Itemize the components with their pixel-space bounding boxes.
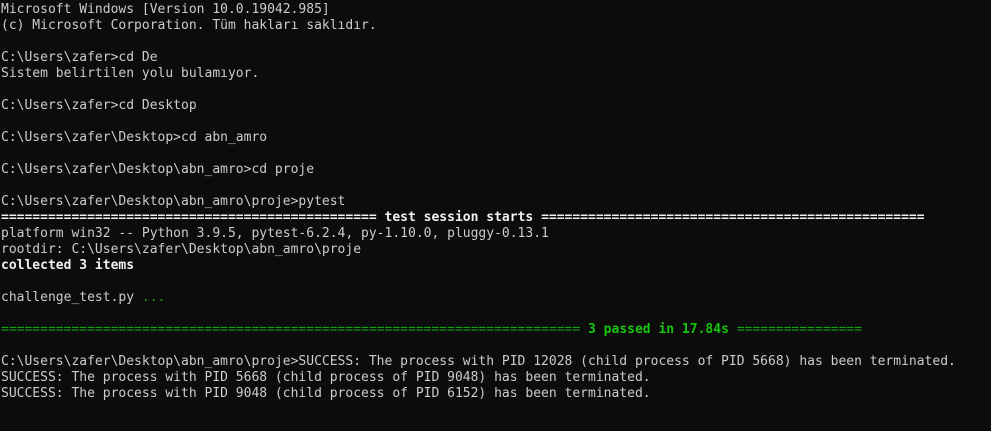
summary-rule-right: ================ xyxy=(736,322,862,337)
command-line: C:\Users\zafer\Desktop>cd abn_amro xyxy=(1,130,268,145)
summary-rule-left: ========================================… xyxy=(1,322,581,337)
command-line: C:\Users\zafer\Desktop\abn_amro\proje>py… xyxy=(1,194,346,209)
version-banner: Microsoft Windows [Version 10.0.19042.98… xyxy=(1,2,330,17)
command-line: C:\Users\zafer>cd Desktop xyxy=(1,98,197,113)
copyright-banner: (c) Microsoft Corporation. Tüm hakları s… xyxy=(1,18,377,33)
termination-message: C:\Users\zafer\Desktop\abn_amro\proje>SU… xyxy=(1,354,956,369)
rootdir-info: rootdir: C:\Users\zafer\Desktop\abn_amro… xyxy=(1,242,362,257)
command-line: C:\Users\zafer>cd De xyxy=(1,50,158,65)
summary-text: 3 passed in 17.84s xyxy=(580,322,737,337)
termination-message: SUCCESS: The process with PID 5668 (chil… xyxy=(1,370,651,385)
test-file: challenge_test.py xyxy=(1,290,142,305)
test-progress-dots: ... xyxy=(141,290,166,305)
header-title: test session starts xyxy=(376,210,542,225)
termination-message: SUCCESS: The process with PID 9048 (chil… xyxy=(1,386,651,401)
pytest-session-header: ========================================… xyxy=(1,210,991,226)
terminal-console[interactable]: Microsoft Windows [Version 10.0.19042.98… xyxy=(0,0,991,431)
pytest-summary: ========================================… xyxy=(1,322,991,338)
header-rule-right: ========================================… xyxy=(541,210,925,225)
platform-info: platform win32 -- Python 3.9.5, pytest-6… xyxy=(1,226,549,241)
header-rule-left: ========================================… xyxy=(1,210,377,225)
command-line: C:\Users\zafer\Desktop\abn_amro>cd proje xyxy=(1,162,315,177)
collected-info: collected 3 items xyxy=(1,258,135,273)
error-message: Sistem belirtilen yolu bulamıyor. xyxy=(1,66,260,81)
test-result-line: challenge_test.py ... xyxy=(1,290,991,306)
